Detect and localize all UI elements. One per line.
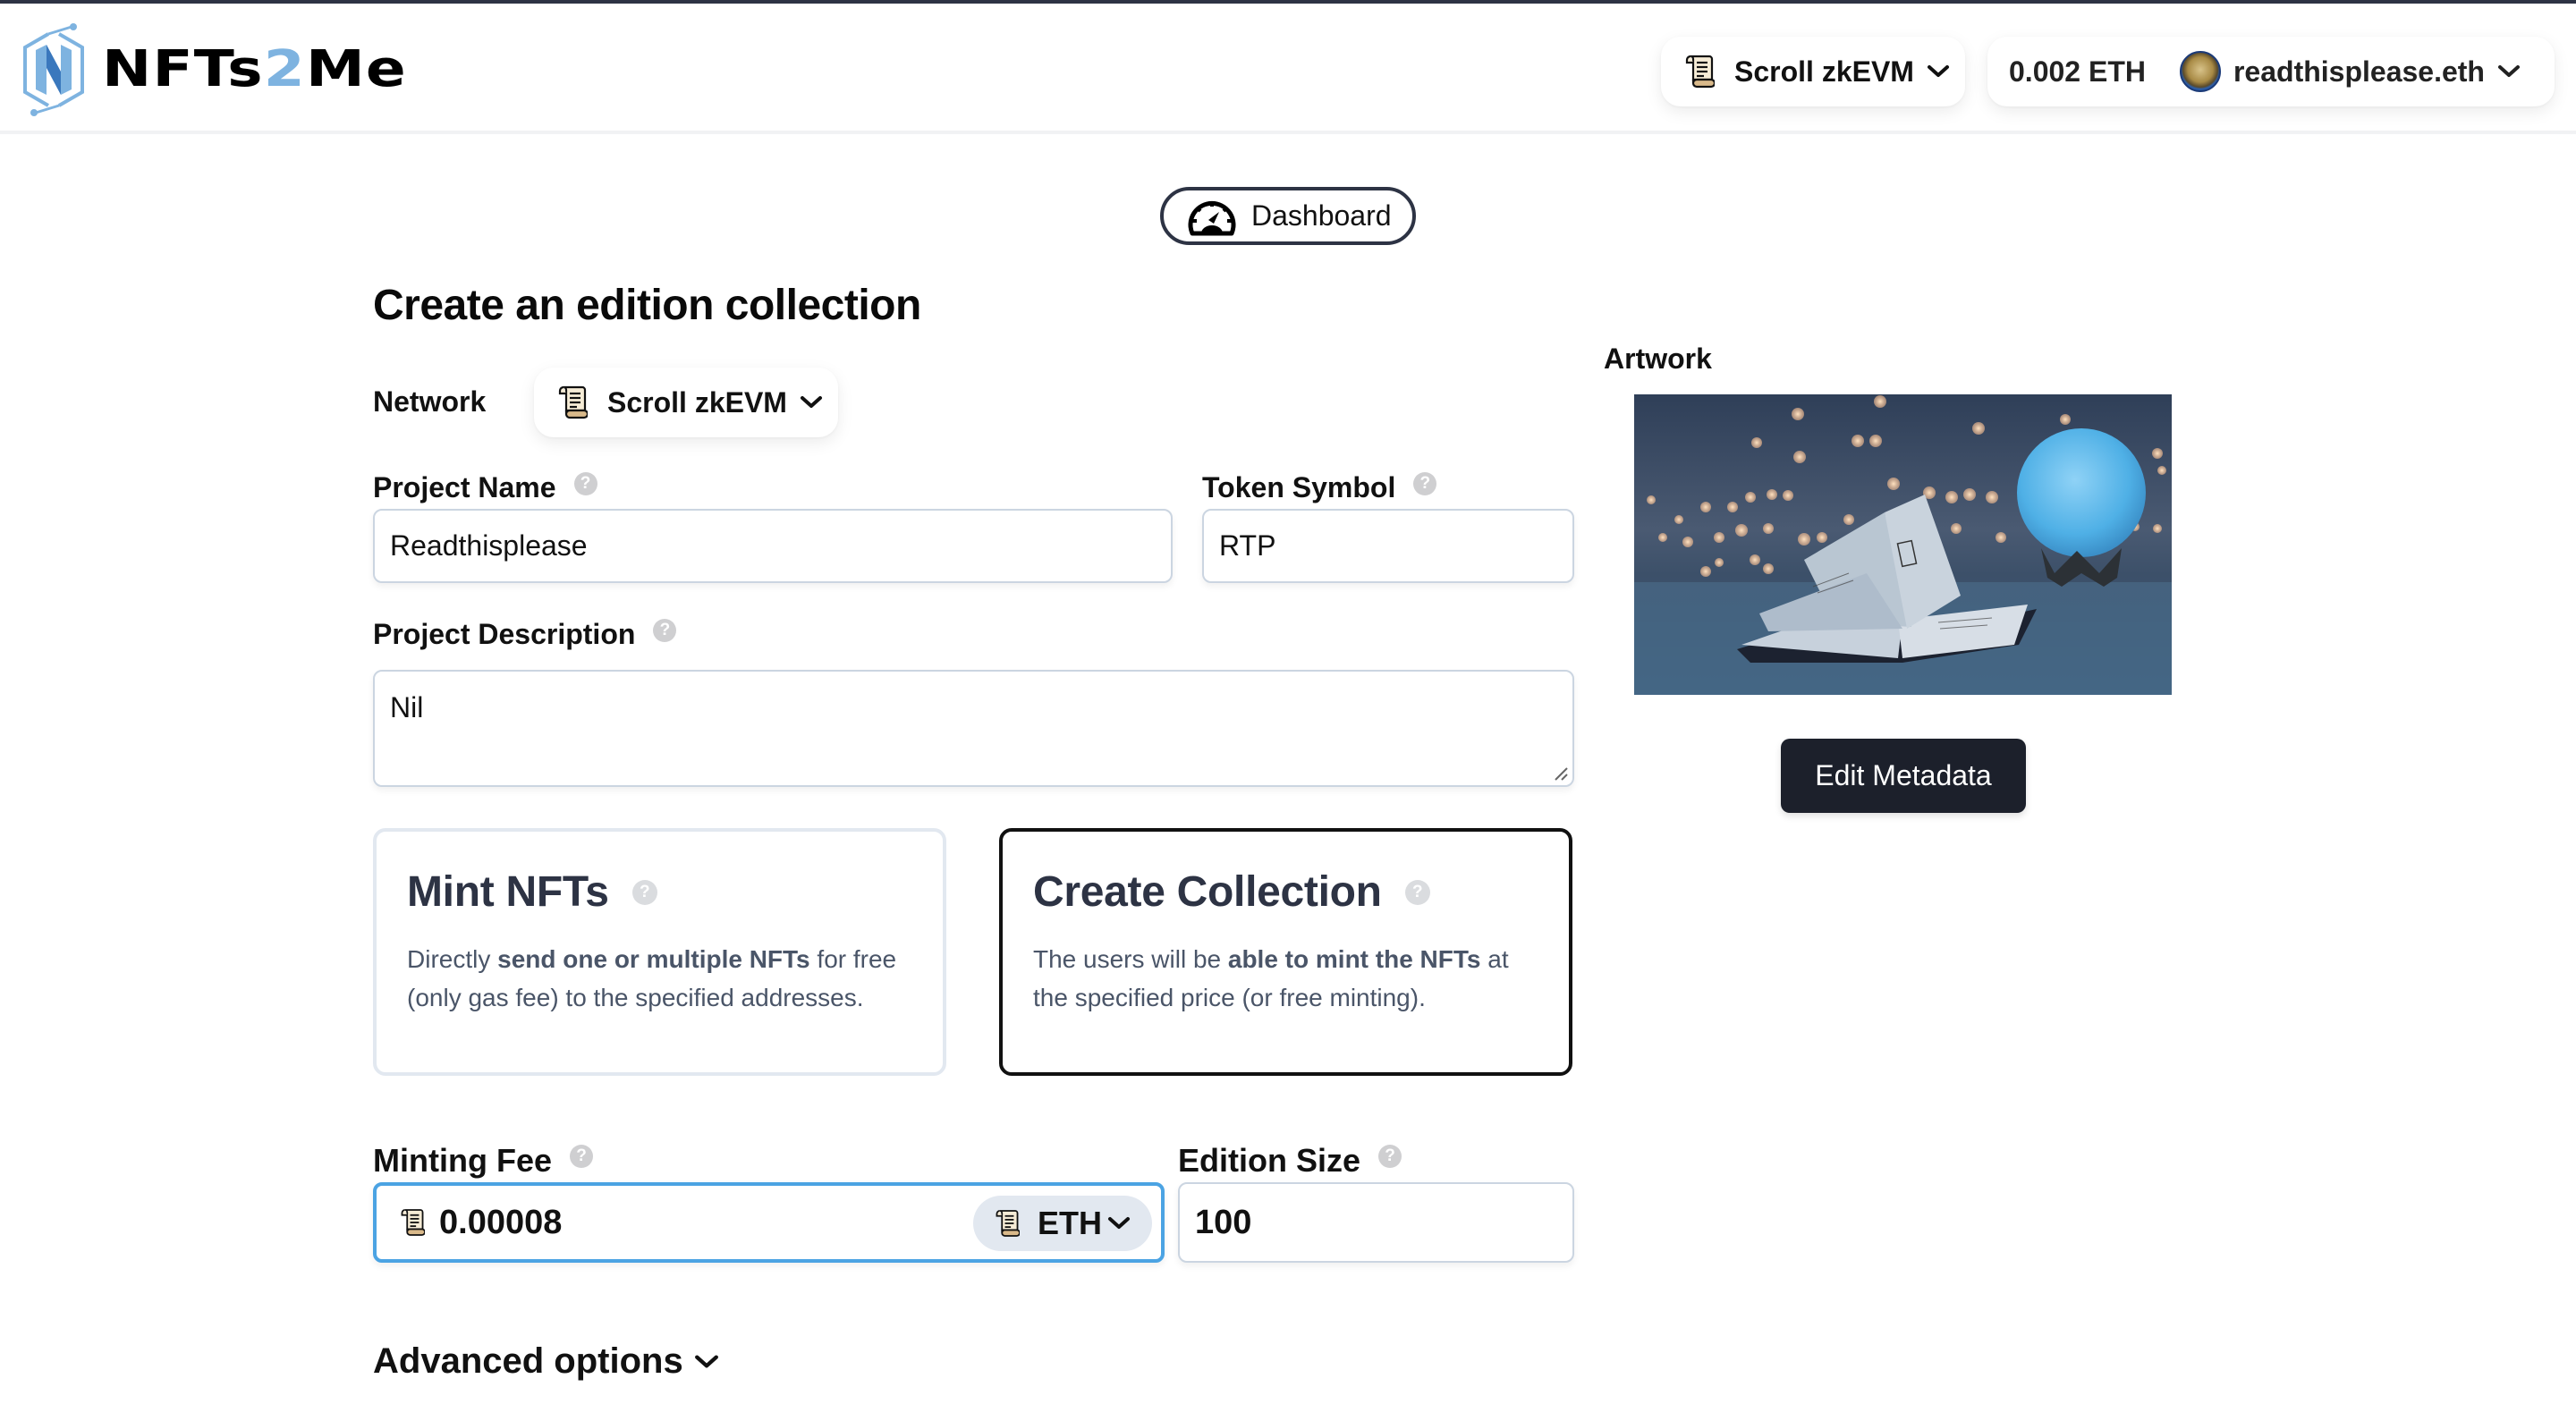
- wallet-balance: 0.002 ETH: [2009, 55, 2146, 88]
- nfts2me-logo-text: NFTs2Me: [102, 40, 407, 98]
- project-description-label: Project Description ?: [373, 618, 677, 651]
- chevron-down-icon: [1107, 1216, 1131, 1231]
- project-name-input[interactable]: [390, 511, 1171, 581]
- chevron-down-icon: [1927, 64, 1950, 79]
- dashboard-gauge-icon: [1188, 200, 1236, 235]
- mint-nfts-title: Mint NFTs ?: [407, 867, 912, 917]
- currency-selector[interactable]: ETH: [973, 1196, 1152, 1251]
- scroll-token-icon: [995, 1209, 1020, 1238]
- mint-nfts-description: Directly send one or multiple NFTs for f…: [407, 945, 897, 1011]
- create-collection-option-card[interactable]: Create Collection ? The users will be ab…: [999, 828, 1572, 1076]
- header-network-label: Scroll zkEVM: [1734, 55, 1914, 88]
- account-avatar: [2179, 51, 2221, 92]
- create-collection-title: Create Collection ?: [1033, 867, 1538, 917]
- chevron-down-icon: [694, 1354, 719, 1370]
- dashboard-label: Dashboard: [1251, 199, 1392, 232]
- help-icon[interactable]: ?: [653, 618, 677, 642]
- page-title: Create an edition collection: [373, 282, 921, 329]
- help-icon[interactable]: ?: [631, 879, 657, 905]
- network-selector-label: Scroll zkEVM: [607, 385, 787, 419]
- token-symbol-input[interactable]: [1219, 511, 1572, 581]
- network-selector[interactable]: Scroll zkEVM: [534, 368, 838, 437]
- help-icon[interactable]: ?: [1378, 1145, 1402, 1168]
- artwork-label: Artwork: [1604, 343, 1712, 375]
- project-name-field[interactable]: [373, 509, 1173, 583]
- top-navbar: NFTs2Me Scroll zkEVM 0.002 ETH readthisp…: [0, 4, 2576, 131]
- artwork-illustration: [1634, 394, 2172, 695]
- chevron-down-icon: [2497, 64, 2521, 79]
- account-name: readthisplease.eth: [2233, 55, 2485, 88]
- currency-label: ETH: [1038, 1205, 1102, 1241]
- edit-metadata-button[interactable]: Edit Metadata: [1781, 739, 2026, 813]
- edition-size-label: Edition Size ?: [1178, 1142, 1402, 1180]
- help-icon[interactable]: ?: [570, 1145, 593, 1168]
- wallet-account-button[interactable]: 0.002 ETH readthisplease.eth: [1987, 37, 2555, 106]
- resize-handle-icon[interactable]: [1553, 765, 1569, 782]
- scroll-network-icon: [557, 385, 588, 419]
- edition-size-field[interactable]: [1178, 1182, 1574, 1263]
- advanced-options-toggle[interactable]: Advanced options: [373, 1341, 719, 1382]
- minting-fee-field[interactable]: 0.00008 ETH: [373, 1182, 1165, 1263]
- nfts2me-logo[interactable]: NFTs2Me: [18, 23, 406, 116]
- minting-fee-value[interactable]: 0.00008: [439, 1204, 562, 1242]
- header-network-selector[interactable]: Scroll zkEVM: [1661, 37, 1965, 106]
- minting-fee-label: Minting Fee ?: [373, 1142, 593, 1180]
- create-collection-description: The users will be able to mint the NFTs …: [1033, 945, 1509, 1011]
- scroll-network-icon: [1684, 55, 1715, 89]
- chevron-down-icon: [800, 395, 823, 410]
- header-divider: [0, 131, 2576, 134]
- help-icon[interactable]: ?: [1404, 879, 1430, 905]
- nfts2me-logo-icon: [23, 23, 84, 116]
- mint-nfts-option-card[interactable]: Mint NFTs ? Directly send one or multipl…: [373, 828, 946, 1076]
- help-icon[interactable]: ?: [573, 471, 597, 495]
- project-description-textarea[interactable]: Nil: [390, 691, 1572, 772]
- project-name-label: Project Name ?: [373, 471, 597, 504]
- scroll-token-icon: [400, 1208, 425, 1237]
- token-symbol-field[interactable]: [1202, 509, 1574, 583]
- network-label: Network: [373, 385, 487, 418]
- project-description-field[interactable]: Nil: [373, 670, 1574, 787]
- help-icon[interactable]: ?: [1413, 471, 1437, 495]
- token-symbol-label: Token Symbol ?: [1202, 471, 1437, 504]
- dashboard-button[interactable]: Dashboard: [1160, 187, 1416, 245]
- artwork-image: [1634, 394, 2172, 695]
- edition-size-input[interactable]: [1195, 1184, 1572, 1261]
